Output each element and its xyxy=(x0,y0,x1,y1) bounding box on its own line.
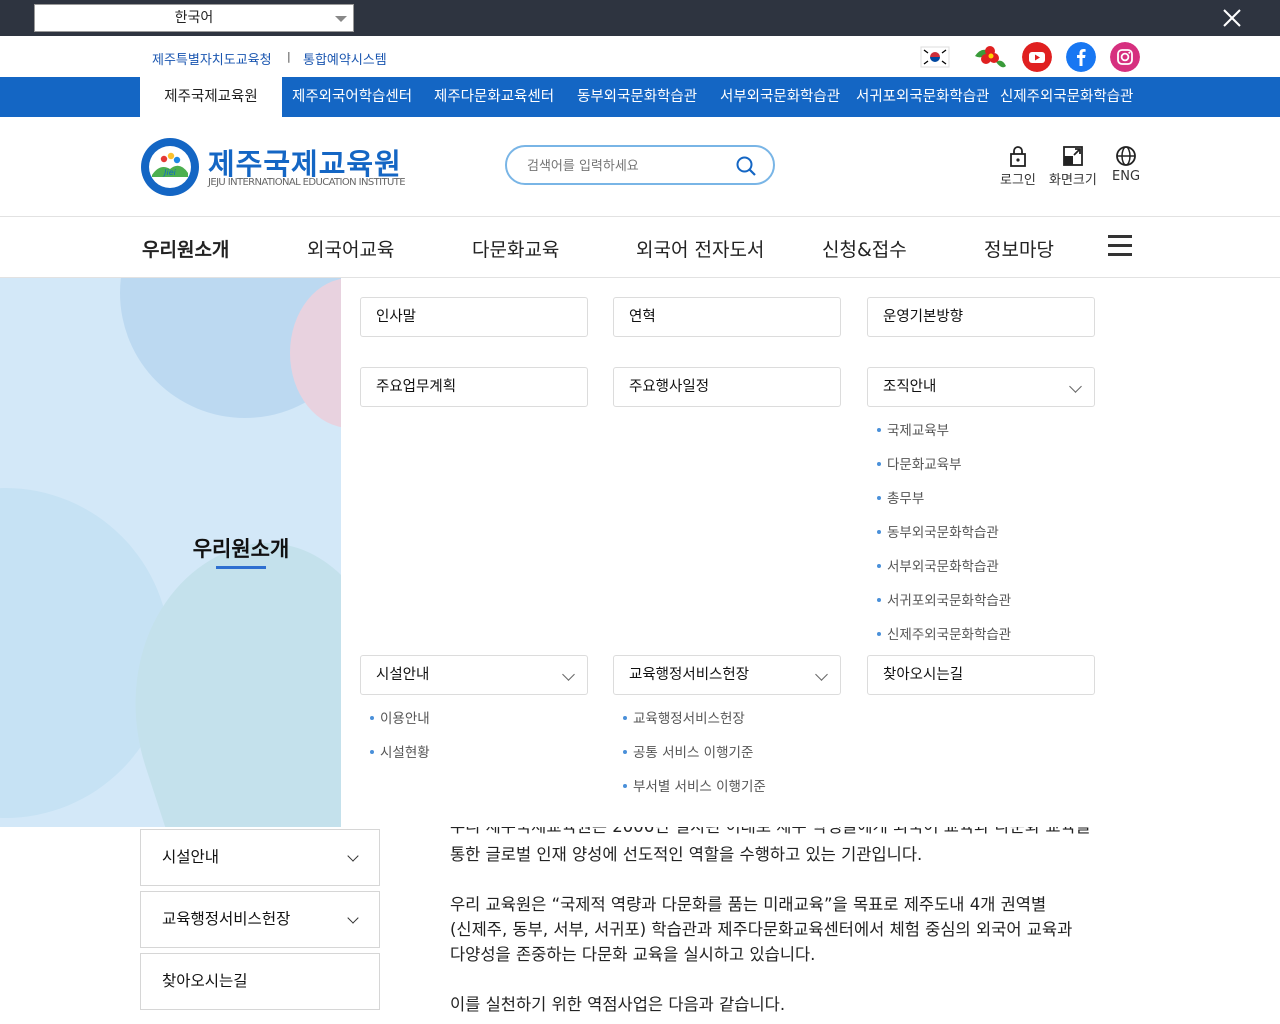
content-line: (신제주, 동부, 서부, 서귀포) 학습관과 제주다문화교육센터에서 체험 중… xyxy=(450,920,1073,939)
korea-flag-icon[interactable] xyxy=(920,42,950,72)
menu-service-charter[interactable]: 교육행정서비스헌장 xyxy=(613,655,841,695)
language-select-value: 한국어 xyxy=(174,10,214,26)
youtube-icon[interactable] xyxy=(1022,42,1052,72)
submenu-facility-status[interactable]: 시설현황 xyxy=(370,741,430,761)
title-underline xyxy=(216,566,266,569)
content-paragraph-clipped: 우리 제주국제교육원은 2006년 설치된 이래로 제주 학생들에게 외국어 교… xyxy=(450,827,1110,839)
lnb-facility-label: 시설안내 xyxy=(162,848,220,866)
submenu-service-charter[interactable]: 교육행정서비스헌장 xyxy=(623,707,745,727)
mega-menu: 우리원소개 인사말 연혁 운영기본방향 주요업무계획 주요행사일정 조직안내 국… xyxy=(0,278,1280,827)
gnb-ebooks[interactable]: 외국어 전자도서 xyxy=(636,235,764,262)
menu-facility[interactable]: 시설안내 xyxy=(360,655,588,695)
instagram-icon[interactable] xyxy=(1110,42,1140,72)
menu-event-schedule[interactable]: 주요행사일정 xyxy=(613,367,841,407)
search-icon[interactable] xyxy=(735,155,757,177)
lnb-directions[interactable]: 찾아오시는길 xyxy=(140,953,380,1010)
lnb-service-charter[interactable]: 교육행정서비스헌장 xyxy=(140,891,380,948)
jeju-flower-icon[interactable] xyxy=(972,42,1008,72)
lnb-directions-label: 찾아오시는길 xyxy=(162,972,248,990)
jeju-office-of-education-link[interactable]: 제주특별자치도교육청 xyxy=(152,49,272,68)
site-header: Jiei 제주국제교육원 JEJU INTERNATIONAL EDUCATIO… xyxy=(0,117,1280,217)
inst-tab-seogwipo-hall[interactable]: 서귀포외국문화학습관 xyxy=(856,77,989,117)
english-label: ENG xyxy=(1112,169,1141,184)
gnb-about[interactable]: 우리원소개 xyxy=(142,235,229,262)
chevron-down-icon xyxy=(562,668,575,681)
content-line: 우리 교육원은 “국제적 역량과 다문화를 품는 미래교육”을 목표로 제주도내… xyxy=(450,895,1047,914)
login-button[interactable]: 로그인 xyxy=(1000,145,1036,188)
resize-icon xyxy=(1063,146,1083,166)
menu-operation-direction[interactable]: 운영기본방향 xyxy=(867,297,1095,337)
gnb-information[interactable]: 정보마당 xyxy=(984,235,1054,262)
inst-tab-jeju-international[interactable]: 제주국제교육원 xyxy=(140,77,282,117)
chevron-down-icon xyxy=(347,850,359,862)
submenu-common-standards[interactable]: 공통 서비스 이행기준 xyxy=(623,741,753,761)
content-line: 다양성을 존중하는 다문화 교육을 실시하고 있습니다. xyxy=(450,945,816,964)
globe-icon xyxy=(1116,146,1136,166)
english-button[interactable]: ENG xyxy=(1112,145,1140,184)
submenu-new-jeju-hall[interactable]: 신제주외국문화학습관 xyxy=(877,623,1011,643)
logo-mark-text: Jiei xyxy=(162,168,177,177)
inst-tab-new-jeju-hall[interactable]: 신제주외국문화학습관 xyxy=(1000,77,1133,117)
menu-service-charter-label: 교육행정서비스헌장 xyxy=(629,667,750,683)
institute-logo-icon[interactable]: Jiei xyxy=(140,137,200,197)
submenu-east-hall[interactable]: 동부외국문화학습관 xyxy=(877,521,999,541)
reservation-system-link[interactable]: 통합예약시스템 xyxy=(303,49,387,68)
inst-tab-multicultural-center[interactable]: 제주다문화교육센터 xyxy=(434,77,554,117)
menu-facility-label: 시설안내 xyxy=(376,667,430,683)
inst-tab-west-hall[interactable]: 서부외국문화학습관 xyxy=(720,77,840,117)
search-input[interactable] xyxy=(527,155,727,177)
main-navigation: 우리원소개 외국어교육 다문화교육 외국어 전자도서 신청&접수 정보마당 xyxy=(0,217,1280,278)
gnb-multicultural[interactable]: 다문화교육 xyxy=(472,235,559,262)
submenu-international-dept[interactable]: 국제교육부 xyxy=(877,419,949,439)
mega-menu-title: 우리원소개 xyxy=(192,537,290,561)
menu-icon[interactable] xyxy=(1108,235,1132,257)
menu-work-plan[interactable]: 주요업무계획 xyxy=(360,367,588,407)
screen-size-button[interactable]: 화면크기 xyxy=(1049,145,1097,188)
gnb-foreign-language[interactable]: 외국어교육 xyxy=(307,235,394,262)
close-icon[interactable] xyxy=(1220,6,1244,30)
submenu-usage-guide[interactable]: 이용안내 xyxy=(370,707,430,727)
utility-row: 제주특별자치도교육청 | 통합예약시스템 xyxy=(0,36,1280,77)
submenu-general-affairs[interactable]: 총무부 xyxy=(877,487,924,507)
util-separator: | xyxy=(287,50,291,63)
lnb-service-charter-label: 교육행정서비스헌장 xyxy=(162,910,291,928)
lnb-facility[interactable]: 시설안내 xyxy=(140,829,380,886)
gnb-application[interactable]: 신청&접수 xyxy=(822,235,907,262)
content-line: 통한 글로벌 인재 양성에 선도적인 역할을 수행하고 있는 기관입니다. xyxy=(450,845,923,864)
language-select[interactable]: 한국어 xyxy=(34,4,354,32)
submenu-dept-standards[interactable]: 부서별 서비스 이행기준 xyxy=(623,775,766,795)
lock-icon xyxy=(1010,146,1026,167)
chevron-down-icon xyxy=(347,912,359,924)
screen-size-label: 화면크기 xyxy=(1049,173,1097,188)
menu-greeting[interactable]: 인사말 xyxy=(360,297,588,337)
menu-organization-label: 조직안내 xyxy=(883,379,937,395)
menu-organization[interactable]: 조직안내 xyxy=(867,367,1095,407)
login-label: 로그인 xyxy=(1000,173,1036,188)
submenu-multicultural-dept[interactable]: 다문화교육부 xyxy=(877,453,962,473)
submenu-seogwipo-hall[interactable]: 서귀포외국문화학습관 xyxy=(877,589,1011,609)
chevron-down-icon xyxy=(335,16,347,22)
chevron-down-icon xyxy=(1069,380,1082,393)
submenu-west-hall[interactable]: 서부외국문화학습관 xyxy=(877,555,999,575)
inst-tab-east-hall[interactable]: 동부외국문화학습관 xyxy=(577,77,697,117)
menu-history[interactable]: 연혁 xyxy=(613,297,841,337)
content-line: 이를 실천하기 위한 역점사업은 다음과 같습니다. xyxy=(450,995,786,1014)
search-box xyxy=(505,145,775,185)
chevron-down-icon xyxy=(815,668,828,681)
language-bar: 한국어 xyxy=(0,0,1280,36)
institution-tabs: 제주국제교육원 제주외국어학습센터 제주다문화교육센터 동부외국문화학습관 서부… xyxy=(0,77,1280,117)
inst-tab-foreign-language-center[interactable]: 제주외국어학습센터 xyxy=(292,77,412,117)
menu-directions[interactable]: 찾아오시는길 xyxy=(867,655,1095,695)
logo-subtitle: JEJU INTERNATIONAL EDUCATION INSTITUTE xyxy=(208,177,406,188)
facebook-icon[interactable] xyxy=(1066,42,1096,72)
